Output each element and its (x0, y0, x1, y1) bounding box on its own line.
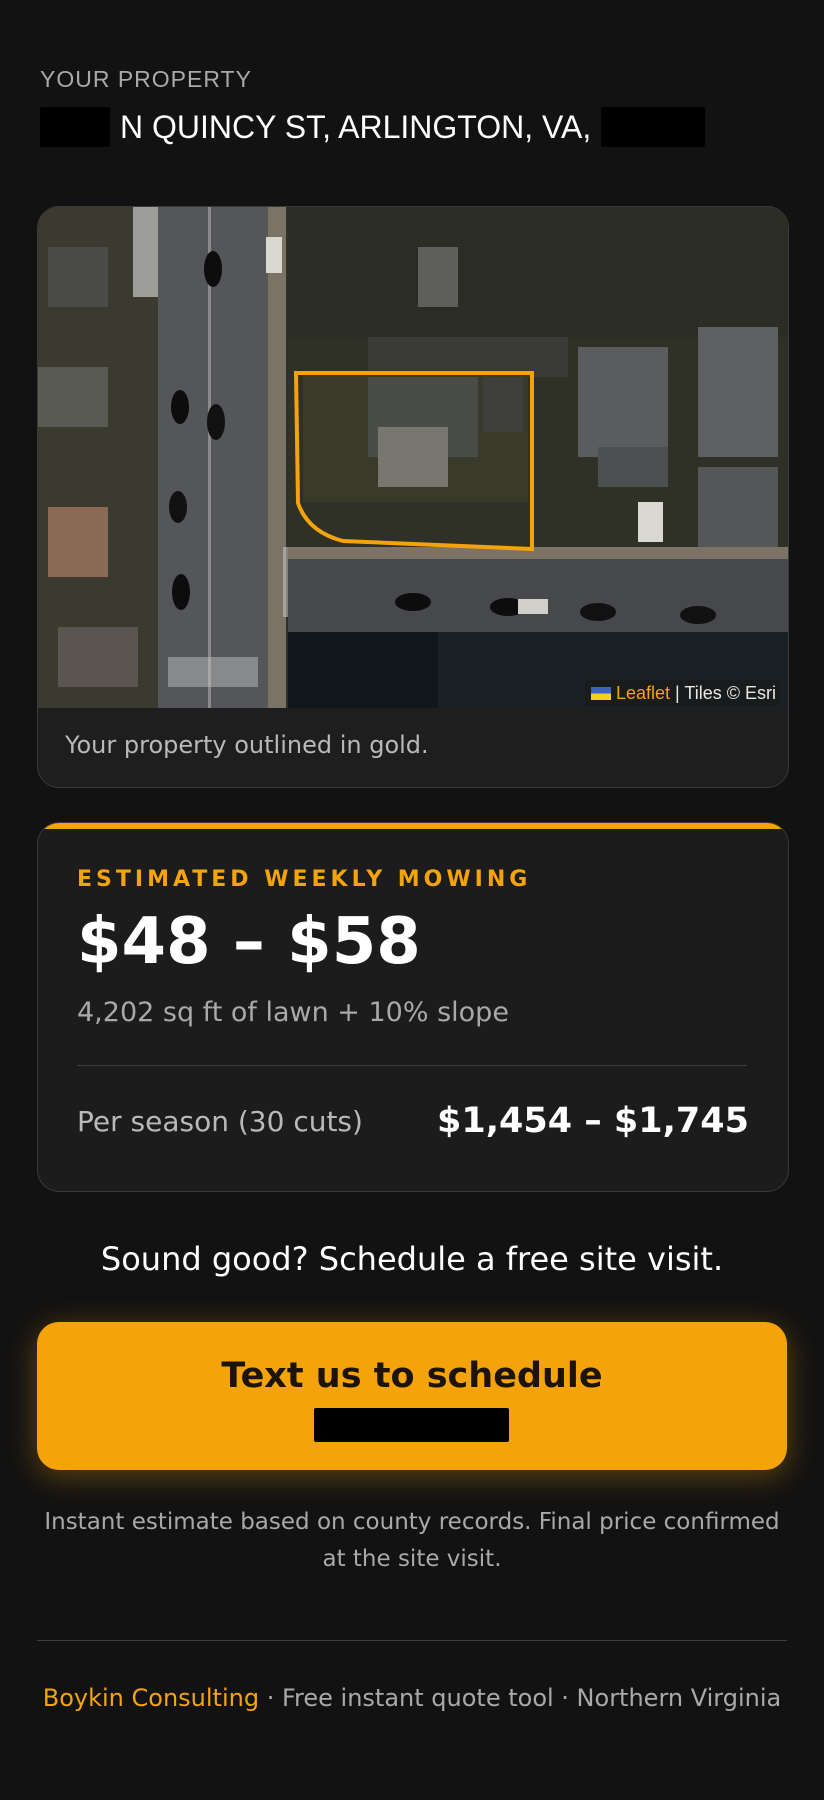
section-eyebrow: YOUR PROPERTY (40, 66, 252, 92)
ukraine-flag-icon (591, 686, 611, 700)
redacted-house-number (40, 107, 110, 147)
lawn-detail: 4,202 sq ft of lawn + 10% slope (77, 997, 509, 1028)
footer: Boykin Consulting · Free instant quote t… (37, 1684, 787, 1712)
brand-link[interactable]: Boykin Consulting (43, 1684, 259, 1712)
redacted-zip (601, 107, 706, 147)
accent-bar (38, 823, 788, 829)
estimate-label: ESTIMATED WEEKLY MOWING (77, 867, 532, 892)
divider (77, 1065, 747, 1066)
map-caption: Your property outlined in gold. (65, 731, 429, 759)
satellite-imagery (38, 207, 788, 708)
redacted-phone-number (314, 1408, 509, 1442)
estimate-card: ESTIMATED WEEKLY MOWING $48 – $58 4,202 … (37, 822, 789, 1192)
schedule-prompt: Sound good? Schedule a free site visit. (100, 1240, 724, 1278)
disclaimer: Instant estimate based on county records… (44, 1509, 780, 1572)
footer-text: · Free instant quote tool · Northern Vir… (259, 1684, 782, 1712)
address-street: N QUINCY ST, ARLINGTON, VA, (120, 108, 592, 145)
tiles-credit: | Tiles © Esri (675, 682, 776, 703)
map-attribution: Leaflet | Tiles © Esri (585, 680, 780, 706)
satellite-map[interactable]: Leaflet | Tiles © Esri (38, 207, 788, 708)
map-card: Leaflet | Tiles © Esri Your property out… (37, 206, 789, 788)
season-price-range: $1,454 – $1,745 (437, 1101, 749, 1141)
cta-label: Text us to schedule (221, 1356, 603, 1396)
leaflet-link[interactable]: Leaflet (616, 683, 670, 704)
text-to-schedule-button[interactable]: Text us to schedule (37, 1322, 787, 1470)
property-address: N QUINCY ST, ARLINGTON, VA, (40, 104, 706, 150)
footer-divider (37, 1640, 787, 1641)
season-label: Per season (30 cuts) (77, 1105, 363, 1138)
weekly-price-range: $48 – $58 (77, 905, 421, 979)
